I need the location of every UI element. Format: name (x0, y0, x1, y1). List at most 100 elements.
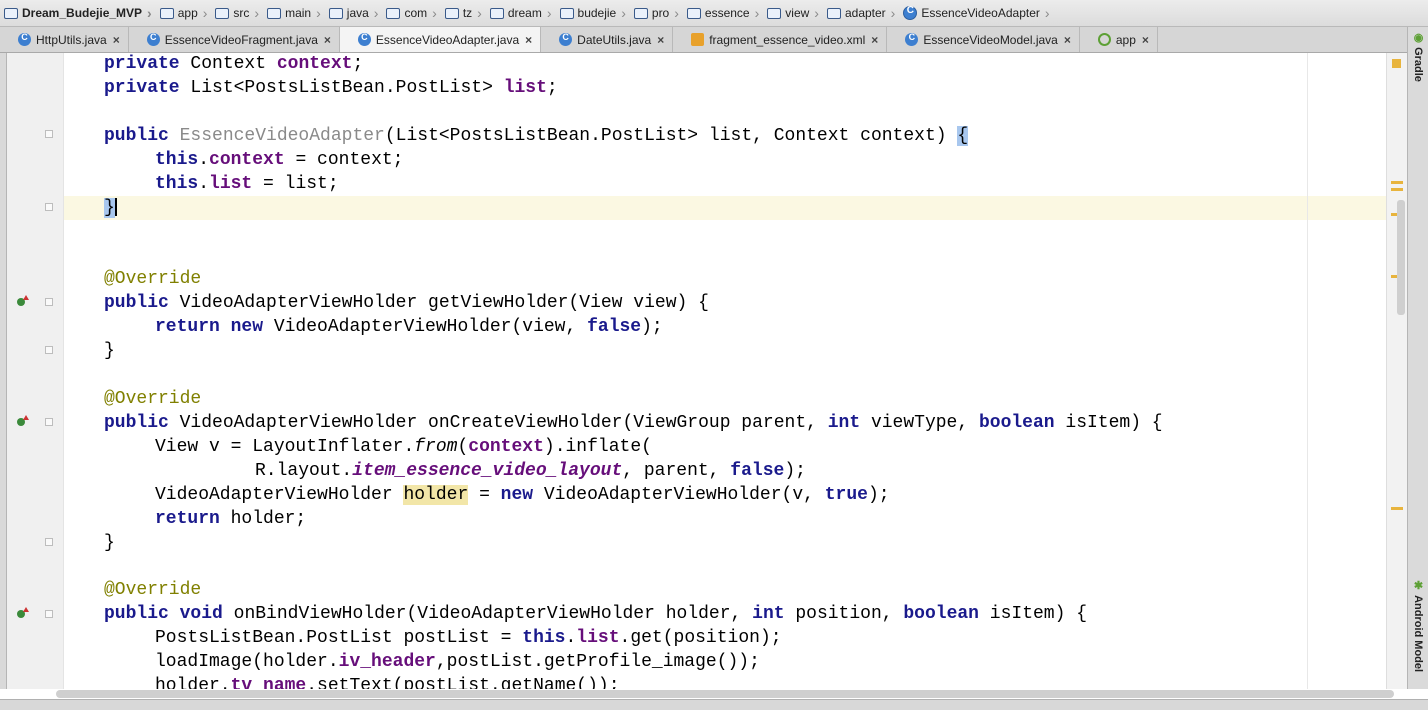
breadcrumb-item[interactable]: com › (382, 0, 440, 26)
left-tool-window-strip[interactable] (0, 53, 7, 689)
breadcrumb-item[interactable]: view › (763, 0, 823, 26)
editor-tab[interactable]: EssenceVideoFragment.java × (129, 27, 340, 52)
editor-tab[interactable]: DateUtils.java × (541, 27, 674, 52)
code-line: holder.tv_name.setText(postList.getName(… (155, 676, 620, 689)
matched-brace: { (957, 126, 969, 146)
tab-label: HttpUtils.java (36, 32, 107, 47)
inspection-status-icon[interactable] (1392, 59, 1401, 68)
chevron-right-icon: › (546, 5, 552, 21)
close-icon[interactable]: × (1064, 33, 1071, 47)
right-tool-window-strip: ◉ Gradle ✱ Android Model (1407, 27, 1428, 689)
breadcrumb-item[interactable]: java › (325, 0, 383, 26)
chevron-right-icon: › (147, 5, 152, 21)
vertical-scrollbar-thumb[interactable] (1397, 200, 1405, 315)
code-line: return holder; (155, 509, 307, 529)
close-icon[interactable]: × (657, 33, 664, 47)
breadcrumb-label: dream (507, 6, 542, 20)
breadcrumb-item[interactable]: EssenceVideoAdapter › (899, 0, 1053, 26)
code-line: R.layout.item_essence_video_layout, pare… (255, 461, 806, 481)
close-icon[interactable]: × (525, 33, 532, 47)
code-line: PostsListBean.PostList postList = this.l… (155, 628, 782, 648)
chevron-right-icon: › (754, 5, 760, 21)
code-editor[interactable]: private Context context; private List<Po… (64, 53, 1392, 689)
folder-icon (159, 7, 174, 19)
breadcrumb-item[interactable]: main › (263, 0, 325, 26)
warning-marker[interactable] (1391, 188, 1403, 191)
breadcrumb-item[interactable]: src › (211, 0, 263, 26)
breadcrumb-label: src (233, 6, 250, 20)
tab-label: EssenceVideoAdapter.java (375, 32, 520, 47)
close-icon[interactable]: × (113, 33, 120, 47)
implements-method-icon[interactable] (17, 607, 29, 618)
folder-icon (686, 7, 701, 19)
close-icon[interactable]: × (871, 33, 878, 47)
tab-label: EssenceVideoModel.java (923, 32, 1058, 47)
close-icon[interactable]: × (1142, 33, 1149, 47)
fold-icon[interactable] (45, 346, 53, 354)
editor-tab[interactable]: fragment_essence_video.xml × (673, 27, 888, 52)
breadcrumb-item[interactable]: app › (156, 0, 212, 26)
folder-icon (826, 7, 841, 19)
editor-tab[interactable]: HttpUtils.java × (0, 27, 129, 52)
code-line: } (104, 197, 117, 219)
horizontal-scrollbar[interactable] (56, 690, 1394, 698)
breadcrumb-item[interactable]: Dream_Budejie_MVP › (0, 0, 156, 26)
editor-tab[interactable]: EssenceVideoModel.java × (887, 27, 1080, 52)
folder-icon (559, 7, 574, 19)
implements-method-icon[interactable] (17, 295, 29, 306)
breadcrumb-label: pro (651, 6, 670, 20)
class-icon (905, 32, 919, 46)
class-icon (146, 32, 160, 46)
class-icon (903, 5, 918, 20)
folder-icon (328, 7, 343, 19)
fold-icon[interactable] (45, 298, 53, 306)
implements-method-icon[interactable] (17, 415, 29, 426)
folder-icon (215, 7, 230, 19)
chevron-right-icon: › (316, 5, 321, 21)
breadcrumb-item[interactable]: budejie › (556, 0, 630, 26)
breadcrumb-item[interactable]: tz › (441, 0, 486, 26)
folder-icon (267, 7, 282, 19)
editor-tab[interactable]: EssenceVideoAdapter.java × (339, 27, 542, 52)
fold-icon[interactable] (45, 610, 53, 618)
code-line: @Override (104, 269, 202, 289)
chevron-right-icon: › (621, 5, 626, 21)
close-icon[interactable]: × (324, 33, 331, 47)
folder-icon (444, 7, 459, 19)
editor-gutter[interactable] (7, 53, 64, 689)
chevron-right-icon: › (1044, 5, 1050, 21)
error-stripe[interactable] (1386, 53, 1407, 689)
breadcrumb-label: view (785, 6, 810, 20)
code-line: private Context context; (104, 54, 364, 74)
xml-icon (691, 33, 705, 46)
breadcrumb-item[interactable]: pro › (630, 0, 683, 26)
chevron-right-icon: › (890, 5, 896, 21)
breadcrumb-label: java (346, 6, 369, 20)
warning-marker[interactable] (1391, 181, 1403, 184)
chevron-right-icon: › (432, 5, 437, 21)
fold-icon[interactable] (45, 538, 53, 546)
editor-tab[interactable]: app × (1080, 27, 1158, 52)
usage-highlight: holder (403, 485, 469, 505)
code-line: VideoAdapterViewHolder holder = new Vide… (155, 485, 890, 505)
project-icon (4, 7, 18, 19)
fold-icon[interactable] (45, 203, 53, 211)
chevron-right-icon: › (477, 5, 482, 21)
navigation-breadcrumb: Dream_Budejie_MVP › app › src › main › java › com ›… (0, 0, 1428, 27)
gradle-panel-button[interactable]: ◉ Gradle (1412, 31, 1425, 82)
breadcrumb-label: app (177, 6, 198, 20)
tab-label: app (1115, 32, 1136, 47)
breadcrumb-item[interactable]: dream › (486, 0, 556, 26)
breadcrumb-item[interactable]: essence › (683, 0, 763, 26)
code-line: public VideoAdapterViewHolder getViewHol… (104, 293, 709, 313)
android-model-panel-button[interactable]: ✱ Android Model (1412, 579, 1425, 672)
code-line: public VideoAdapterViewHolder onCreateVi… (104, 413, 1163, 433)
fold-icon[interactable] (45, 130, 53, 138)
fold-icon[interactable] (45, 418, 53, 426)
breadcrumb-item[interactable]: adapter › (823, 0, 899, 26)
tab-label: fragment_essence_video.xml (709, 32, 866, 47)
warning-marker[interactable] (1391, 507, 1403, 510)
bottom-tool-window-bar (0, 699, 1428, 710)
editor-tabs: HttpUtils.java×EssenceVideoFragment.java… (0, 27, 1428, 53)
chevron-right-icon: › (814, 5, 819, 21)
